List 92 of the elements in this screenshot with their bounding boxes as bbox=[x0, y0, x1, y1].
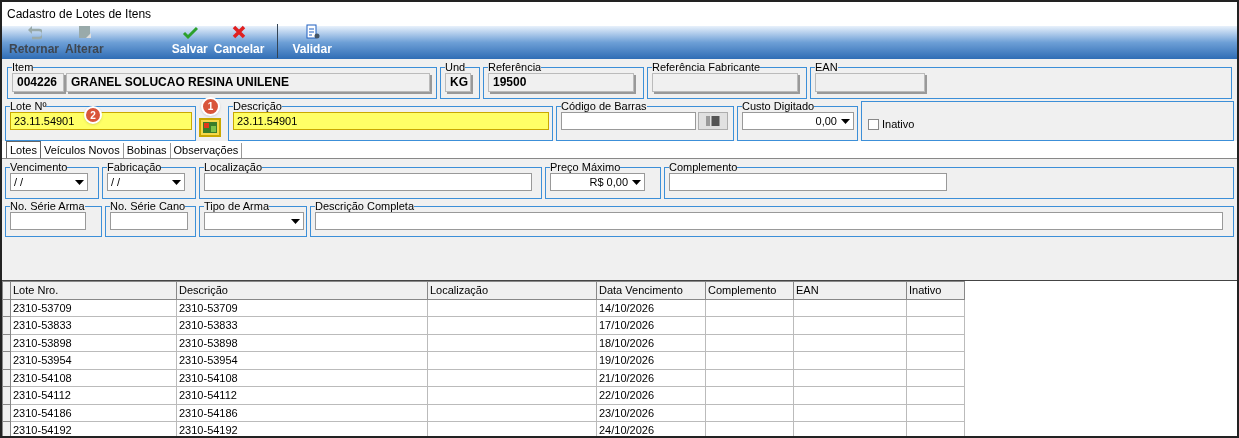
item-name: GRANEL SOLUCAO RESINA UNILENE bbox=[66, 73, 430, 92]
table-cell: 23/10/2026 bbox=[596, 404, 706, 422]
dropdown-field[interactable]: 0,00 bbox=[742, 112, 854, 130]
group-label: Custo Digitado bbox=[742, 101, 815, 112]
group-label: Descrição bbox=[233, 101, 282, 112]
numbers-icon bbox=[203, 122, 217, 133]
close-icon bbox=[231, 24, 248, 40]
group-label: Referência Fabricante bbox=[652, 62, 761, 73]
tab[interactable]: Veículos Novos bbox=[40, 143, 124, 158]
check-icon bbox=[181, 24, 198, 40]
input-field[interactable] bbox=[204, 173, 532, 191]
tab[interactable]: Observações bbox=[170, 143, 243, 158]
column-header[interactable]: Data Vencimento bbox=[596, 281, 706, 299]
table-cell: 2310-53709 bbox=[176, 299, 428, 317]
barcode-button[interactable] bbox=[698, 112, 728, 130]
reference-value: 19500 bbox=[488, 73, 634, 92]
description-field[interactable]: 23.11.54901 bbox=[233, 112, 549, 130]
group-label: Lote Nº bbox=[10, 101, 47, 112]
undo-icon bbox=[26, 24, 42, 40]
dropdown-arrow-icon bbox=[172, 179, 181, 185]
dropdown-value: R$ 0,00 bbox=[588, 174, 628, 190]
table-cell: 2310-53833 bbox=[176, 316, 428, 334]
dropdown-value: 0,00 bbox=[814, 113, 837, 129]
group-label: Und bbox=[445, 62, 466, 73]
dropdown-arrow-icon bbox=[75, 179, 84, 185]
dropdown-field[interactable] bbox=[204, 212, 304, 230]
group-label: Vencimento bbox=[10, 162, 68, 173]
table-cell: 18/10/2026 bbox=[596, 334, 706, 352]
table-cell: 2310-54112 bbox=[176, 386, 428, 404]
toolbar-button[interactable]: Validar bbox=[277, 24, 335, 58]
table-cell: 14/10/2026 bbox=[596, 299, 706, 317]
dropdown-value: / / bbox=[111, 174, 122, 190]
group-label: Localização bbox=[204, 162, 263, 173]
group-label: Código de Barras bbox=[561, 101, 647, 112]
toolbar-button[interactable]: Salvar bbox=[168, 24, 211, 58]
column-header[interactable]: Complemento bbox=[705, 281, 794, 299]
group-label: Fabricação bbox=[107, 162, 162, 173]
numbering-button[interactable] bbox=[199, 118, 221, 137]
table-cell: 2310-53898 bbox=[176, 334, 428, 352]
group-label: Descrição Completa bbox=[315, 201, 415, 212]
table-cell: 2310-54112 bbox=[10, 386, 177, 404]
table-cell: 2310-54192 bbox=[10, 421, 177, 436]
column-header[interactable]: EAN bbox=[793, 281, 907, 299]
input-field[interactable] bbox=[110, 212, 188, 230]
table-cell: 2310-54108 bbox=[176, 369, 428, 387]
dropdown-field[interactable]: / / bbox=[107, 173, 185, 191]
window-title: Cadastro de Lotes de Itens bbox=[7, 6, 152, 23]
table-cell: 21/10/2026 bbox=[596, 369, 706, 387]
table-cell: 22/10/2026 bbox=[596, 386, 706, 404]
group-label: Referência bbox=[488, 62, 542, 73]
dropdown-field[interactable]: R$ 0,00 bbox=[550, 173, 645, 191]
table-cell: 2310-53833 bbox=[10, 316, 177, 334]
column-header[interactable]: Descrição bbox=[176, 281, 428, 299]
tab[interactable]: Bobinas bbox=[123, 143, 171, 158]
table-cell: 2310-53709 bbox=[10, 299, 177, 317]
tab[interactable]: Lotes bbox=[6, 141, 41, 158]
edit-icon bbox=[76, 24, 93, 40]
group-label: Preço Máximo bbox=[550, 162, 621, 173]
step-badge: 2 bbox=[84, 106, 102, 124]
group-label: Complemento bbox=[669, 162, 738, 173]
table-cell: 17/10/2026 bbox=[596, 316, 706, 334]
group-label: Tipo de Arma bbox=[204, 201, 269, 212]
table-cell: 2310-54186 bbox=[10, 404, 177, 422]
barcode-icon bbox=[706, 116, 720, 126]
table-cell: 2310-53954 bbox=[176, 351, 428, 369]
table-cell: 24/10/2026 bbox=[596, 421, 706, 436]
input-field[interactable] bbox=[669, 173, 947, 191]
table-cell: 2310-54192 bbox=[176, 421, 428, 436]
column-header[interactable]: Lote Nro. bbox=[10, 281, 177, 299]
group-label: EAN bbox=[815, 62, 838, 73]
dropdown-arrow-icon bbox=[291, 218, 300, 224]
input-field[interactable] bbox=[10, 212, 86, 230]
column-header[interactable]: Localização bbox=[427, 281, 597, 299]
input-field[interactable] bbox=[315, 212, 1223, 230]
dropdown-arrow-icon bbox=[841, 118, 850, 124]
toolbar-button[interactable]: Cancelar bbox=[210, 24, 268, 58]
group-label: Item bbox=[12, 62, 34, 73]
dropdown-value: / / bbox=[14, 174, 25, 190]
dropdown-field[interactable]: / / bbox=[10, 173, 88, 191]
table-cell: 2310-53898 bbox=[10, 334, 177, 352]
table-cell: 2310-54186 bbox=[176, 404, 428, 422]
group-label: No. Série Cano bbox=[110, 201, 186, 212]
unit-value: KG bbox=[445, 73, 471, 92]
table-cell: 19/10/2026 bbox=[596, 351, 706, 369]
table-cell: 2310-54108 bbox=[10, 369, 177, 387]
column-header[interactable]: Inativo bbox=[906, 281, 965, 299]
step-badge: 1 bbox=[201, 97, 220, 116]
dropdown-arrow-icon bbox=[632, 179, 641, 185]
group-label: No. Série Arma bbox=[10, 201, 85, 212]
input-field[interactable] bbox=[561, 112, 696, 130]
table-cell: 2310-53954 bbox=[10, 351, 177, 369]
item-code: 004226 bbox=[12, 73, 64, 92]
